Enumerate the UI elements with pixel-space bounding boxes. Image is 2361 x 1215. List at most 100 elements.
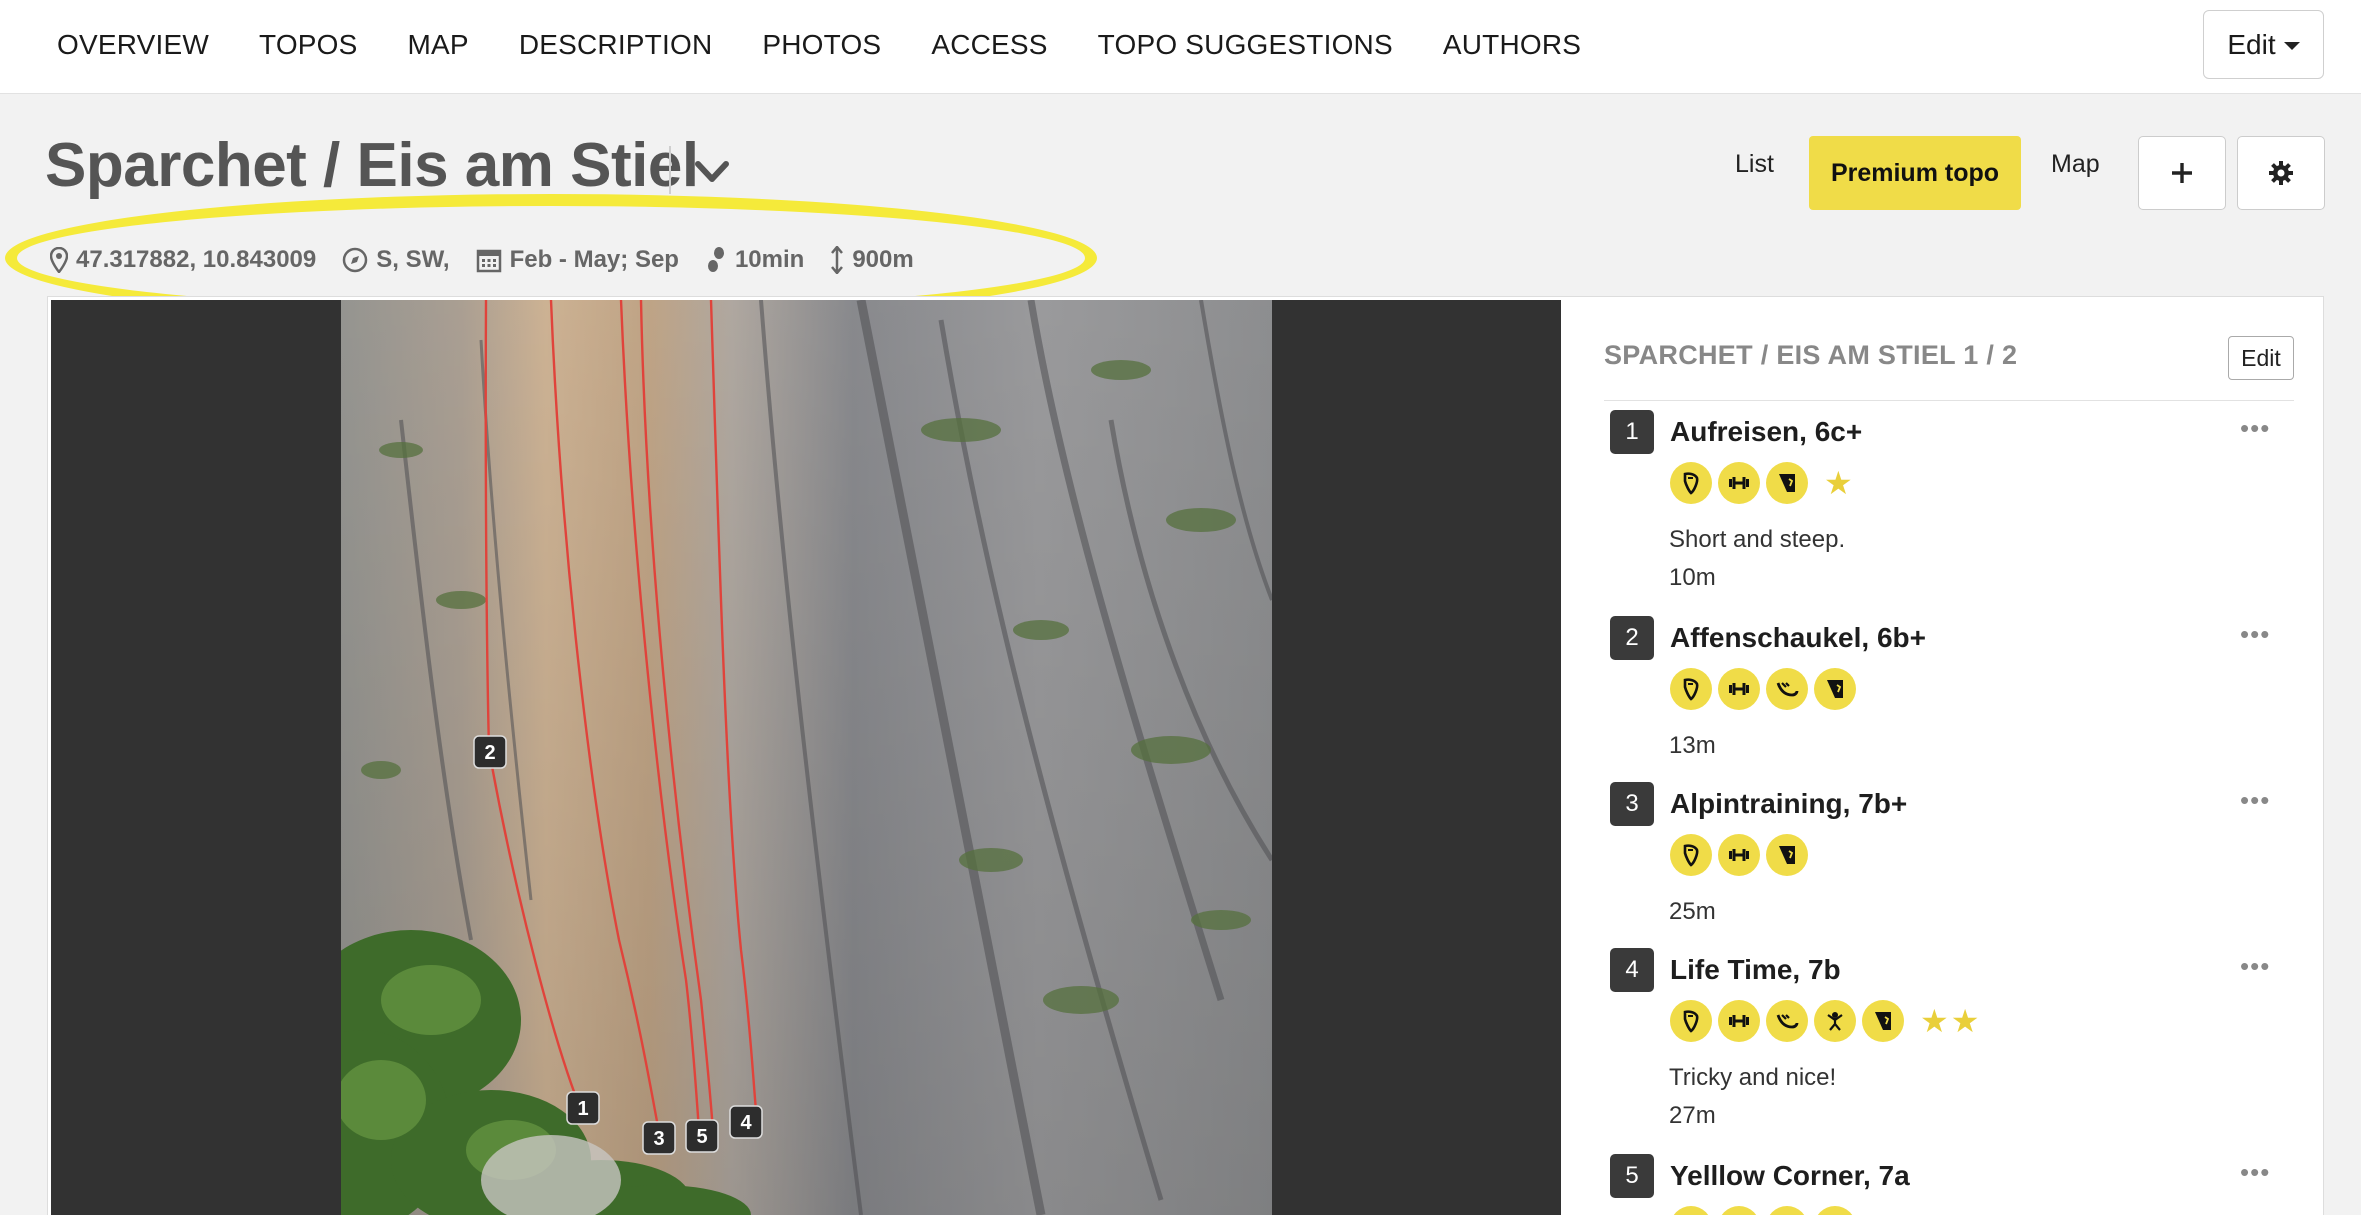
top-nav: OVERVIEW TOPOS MAP DESCRIPTION PHOTOS AC…	[0, 0, 2361, 94]
topo-title: SPARCHET / EIS AM STIEL 1 / 2	[1604, 340, 2018, 370]
more-options-icon[interactable]: •••	[2240, 953, 2270, 979]
route-number-badge: 1	[1610, 410, 1654, 454]
view-map-button[interactable]: Map	[2051, 150, 2100, 179]
meta-season-text: Feb - May; Sep	[509, 246, 679, 273]
dumbbell-icon	[1718, 668, 1760, 710]
caret-down-icon	[2283, 42, 2300, 50]
meta-aspect-text: S, SW,	[376, 246, 450, 273]
slope-icon	[1766, 1000, 1808, 1042]
route-name[interactable]: Aufreisen, 6c+	[1670, 416, 1862, 448]
crimp-icon	[1670, 1000, 1712, 1042]
settings-button[interactable]	[2237, 136, 2325, 210]
overhang-icon	[1766, 834, 1808, 876]
gear-icon	[2269, 161, 2293, 185]
nav-links: OVERVIEW TOPOS MAP DESCRIPTION PHOTOS AC…	[57, 0, 1631, 90]
meta-approach-text: 10min	[734, 246, 805, 273]
route-tags	[1670, 834, 1814, 876]
nav-photos[interactable]: PHOTOS	[762, 29, 881, 61]
height-arrows-icon	[831, 246, 844, 274]
overhang-icon	[1862, 1000, 1904, 1042]
route-marker-1[interactable]: 1	[566, 1091, 600, 1125]
topo-photo-area: 2 1 3 5 4	[51, 300, 1561, 1215]
meta-altitude-text: 900m	[852, 246, 914, 273]
crimp-icon	[1670, 462, 1712, 504]
route-name[interactable]: Yelllow Corner, 7a	[1670, 1160, 1910, 1192]
route-tags: ★	[1670, 462, 1855, 504]
route-marker-2[interactable]: 2	[473, 735, 507, 769]
route-marker-4-label: 4	[740, 1112, 752, 1134]
footprints-icon	[707, 247, 724, 272]
topo-photo[interactable]: 2 1 3 5 4	[341, 300, 1272, 1215]
crimp-icon	[1670, 668, 1712, 710]
calendar-icon	[476, 249, 501, 273]
more-options-icon[interactable]: •••	[2240, 415, 2270, 441]
route-name[interactable]: Affenschaukel, 6b+	[1670, 622, 1926, 654]
route-description: Tricky and nice!	[1669, 1064, 1837, 1091]
route-number-badge: 3	[1610, 782, 1654, 826]
route-tags: ★★	[1670, 1000, 1981, 1042]
route-marker-3-label: 3	[653, 1128, 664, 1150]
nav-topo-suggestions[interactable]: TOPO SUGGESTIONS	[1098, 29, 1393, 61]
meta-coordinates-text: 47.317882, 10.843009	[76, 246, 317, 273]
more-options-icon[interactable]: •••	[2240, 1159, 2270, 1185]
route-marker-2-label: 2	[484, 742, 495, 764]
chevron-down-icon[interactable]	[692, 152, 732, 192]
route-stars: ★	[1824, 465, 1855, 501]
topo-edit-button[interactable]: Edit	[2228, 336, 2294, 380]
route-number-badge: 2	[1610, 616, 1654, 660]
meta-aspect: S, SW,	[342, 246, 450, 274]
nav-authors[interactable]: AUTHORS	[1443, 29, 1581, 61]
add-button[interactable]	[2138, 136, 2226, 210]
slope-icon	[1766, 1206, 1808, 1215]
edit-dropdown-label: Edit	[2227, 28, 2276, 60]
route-marker-5-label: 5	[696, 1126, 707, 1148]
compass-icon	[342, 247, 368, 273]
page-title: Sparchet / Eis am Stiel	[45, 131, 699, 200]
route-marker-5[interactable]: 5	[685, 1119, 719, 1153]
dumbbell-icon	[1718, 462, 1760, 504]
dynamic-icon	[1814, 1000, 1856, 1042]
route-description: Short and steep.	[1669, 526, 1846, 553]
meta-altitude: 900m	[830, 246, 914, 274]
route-tags	[1670, 668, 1862, 710]
meta-coordinates[interactable]: 47.317882, 10.843009	[50, 246, 316, 274]
nav-description[interactable]: DESCRIPTION	[519, 29, 713, 61]
meta-approach: 10min	[705, 246, 804, 274]
crimp-icon	[1670, 1206, 1712, 1215]
nav-topos[interactable]: TOPOS	[259, 29, 358, 61]
crag-meta: 47.317882, 10.843009 S, SW, Feb - May; S…	[50, 240, 940, 280]
overhang-icon	[1814, 668, 1856, 710]
title-divider	[669, 146, 671, 194]
route-name[interactable]: Life Time, 7b	[1670, 954, 1841, 986]
location-pin-icon	[50, 247, 68, 273]
overhang-icon	[1814, 1206, 1856, 1215]
route-name[interactable]: Alpintraining, 7b+	[1670, 788, 1907, 820]
route-stars: ★★	[1920, 1003, 1982, 1039]
route-marker-1-label: 1	[577, 1098, 588, 1120]
edit-dropdown[interactable]: Edit	[2203, 10, 2324, 79]
overhang-icon	[1766, 462, 1808, 504]
route-tags	[1670, 1206, 1862, 1215]
more-options-icon[interactable]: •••	[2240, 621, 2270, 647]
route-length: 10m	[1669, 564, 1716, 591]
more-options-icon[interactable]: •••	[2240, 787, 2270, 813]
meta-season: Feb - May; Sep	[476, 246, 679, 274]
route-marker-3[interactable]: 3	[642, 1121, 676, 1155]
slope-icon	[1766, 668, 1808, 710]
nav-map[interactable]: MAP	[408, 29, 469, 61]
dumbbell-icon	[1718, 834, 1760, 876]
nav-overview[interactable]: OVERVIEW	[57, 29, 209, 61]
route-number-badge: 4	[1610, 948, 1654, 992]
plus-icon	[2172, 163, 2192, 183]
dumbbell-icon	[1718, 1206, 1760, 1215]
nav-access[interactable]: ACCESS	[931, 29, 1047, 61]
route-length: 13m	[1669, 732, 1716, 759]
dumbbell-icon	[1718, 1000, 1760, 1042]
route-marker-4[interactable]: 4	[729, 1105, 763, 1139]
view-list-button[interactable]: List	[1735, 150, 1774, 179]
topo-title-divider	[1604, 400, 2294, 401]
route-number-badge: 5	[1610, 1154, 1654, 1198]
route-length: 27m	[1669, 1102, 1716, 1129]
route-length: 25m	[1669, 898, 1716, 925]
premium-topo-button[interactable]: Premium topo	[1809, 136, 2021, 210]
